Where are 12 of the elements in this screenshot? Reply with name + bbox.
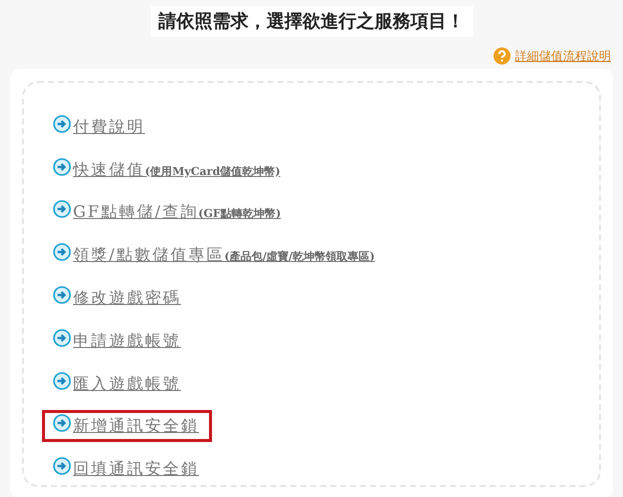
help-link[interactable]: 詳細儲值流程說明: [515, 47, 611, 65]
arrow-circle-icon: [53, 372, 71, 390]
arrow-circle-icon: [53, 243, 71, 262]
help-icon: [493, 47, 511, 65]
arrow-circle-icon: [53, 286, 71, 304]
page-heading: 請依照需求，選擇欲進行之服務項目！: [150, 6, 472, 37]
arrow-circle-icon: [53, 328, 71, 347]
arrow-circle-icon: [53, 114, 71, 133]
arrow-circle-icon: [53, 414, 71, 432]
arrow-circle-icon: [53, 200, 71, 218]
arrow-circle-icon: [53, 457, 71, 476]
arrow-circle-icon: [53, 158, 71, 176]
